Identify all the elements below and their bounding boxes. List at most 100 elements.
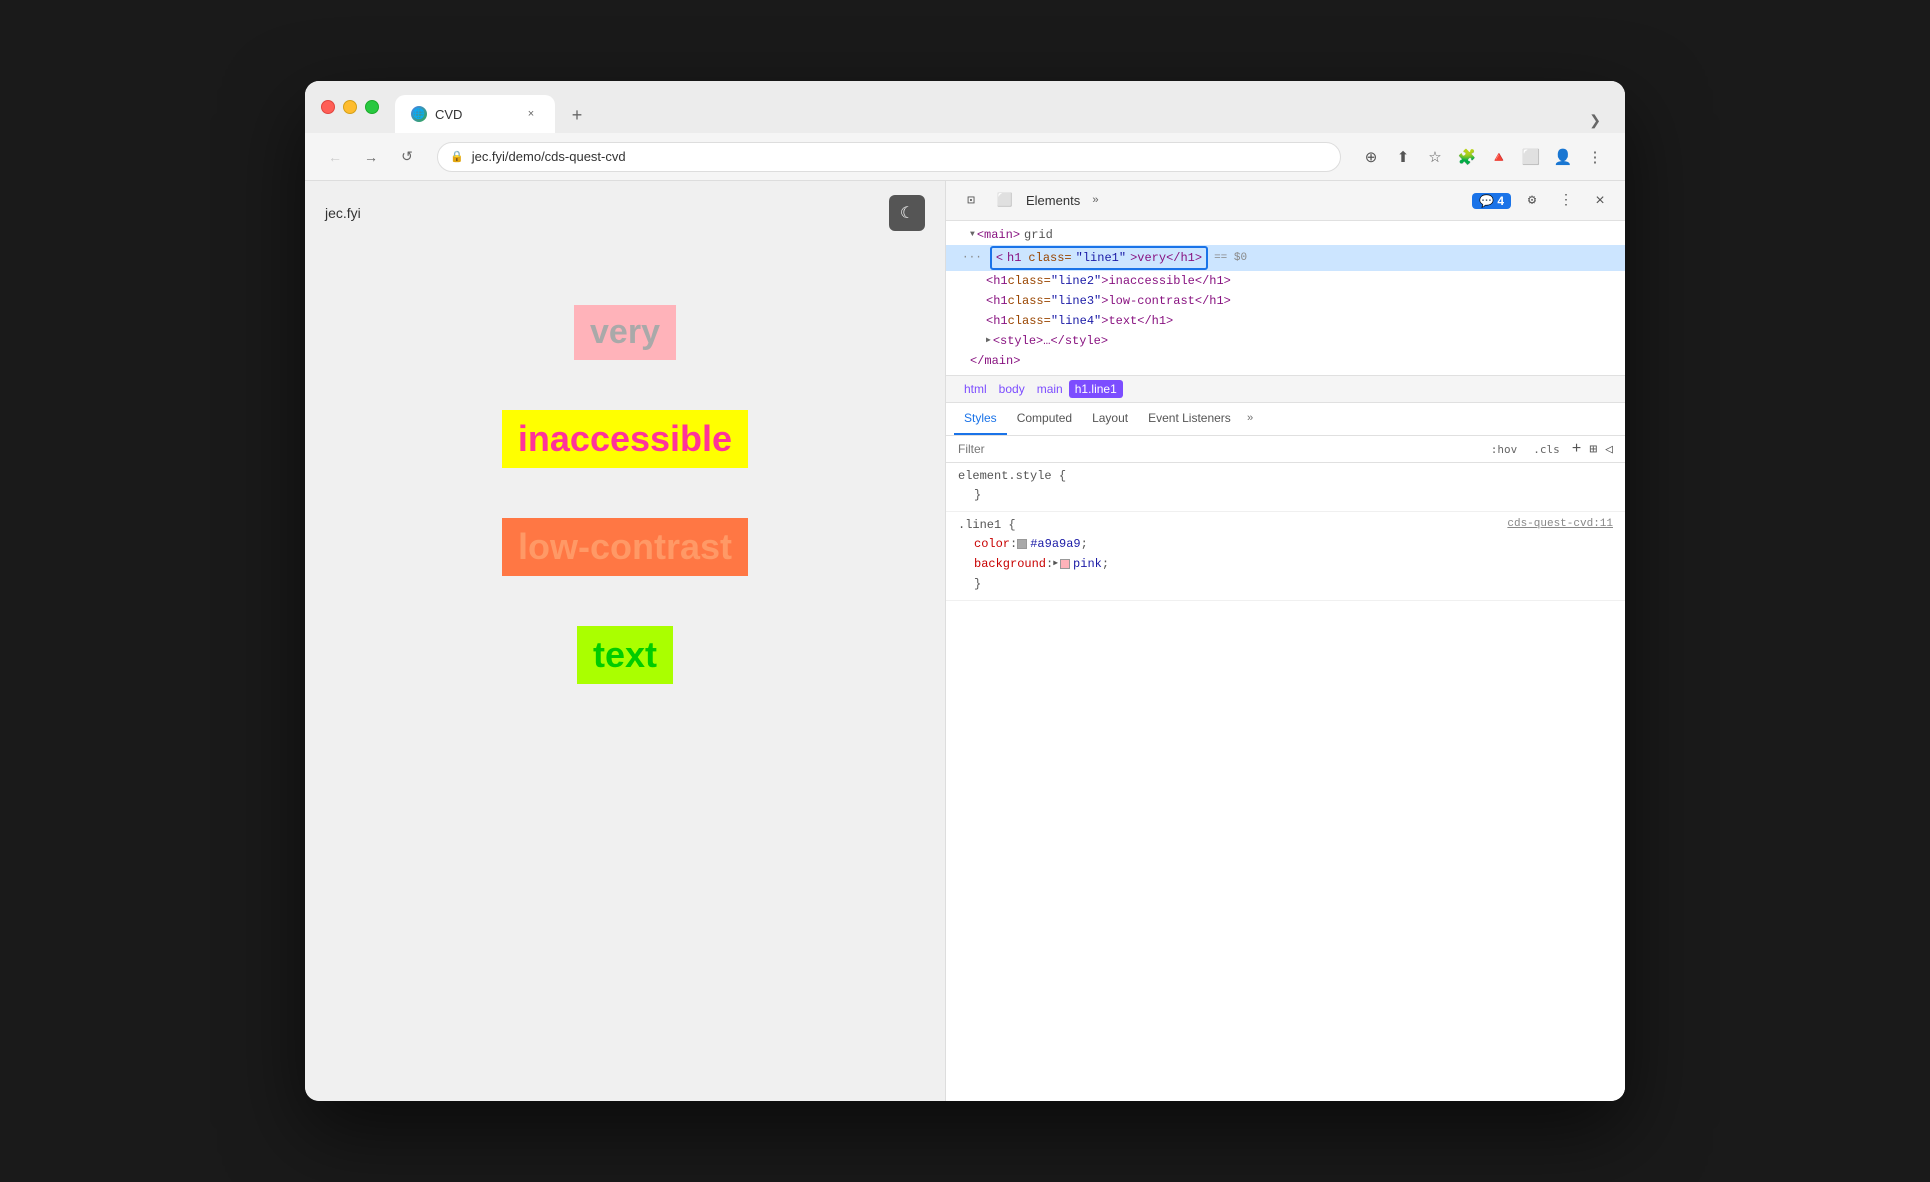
element-style-text: element.style {	[958, 469, 1066, 483]
address-bar[interactable]: 🔒 jec.fyi/demo/cds-quest-cvd	[437, 142, 1341, 172]
styles-tab-more[interactable]: »	[1241, 409, 1260, 429]
lock-icon: 🔒	[450, 150, 464, 163]
expand-triangle-icon[interactable]: ▶	[1053, 555, 1058, 573]
hov-filter-button[interactable]: :hov	[1487, 442, 1522, 457]
tab-event-listeners[interactable]: Event Listeners	[1138, 403, 1241, 435]
breadcrumb-body[interactable]: body	[993, 380, 1031, 398]
tree-row-main-close[interactable]: </main>	[946, 351, 1625, 371]
back-icon: ←	[328, 149, 342, 165]
tree-row-h1-line2[interactable]: <h1 class="line2">inaccessible</h1>	[946, 271, 1625, 291]
dark-mode-button[interactable]: ☾	[889, 195, 925, 231]
reload-button[interactable]: ↺	[393, 143, 421, 171]
tab-close-button[interactable]: ×	[523, 106, 539, 122]
tag-h1-name: h1	[1007, 249, 1021, 267]
line1-background-prop: background : ▶ pink ;	[958, 554, 1613, 574]
tree-row-main[interactable]: ▼ <main> grid	[946, 225, 1625, 245]
tab-computed[interactable]: Computed	[1007, 403, 1082, 435]
traffic-light-red[interactable]	[321, 100, 335, 114]
close-icon: ×	[1595, 192, 1605, 210]
val-line4: "line4"	[1051, 312, 1101, 330]
forward-icon: →	[364, 149, 378, 165]
traffic-light-yellow[interactable]	[343, 100, 357, 114]
tag-main-close: >	[1013, 226, 1020, 244]
grid-view-button[interactable]: ⊞	[1589, 442, 1597, 457]
css-property-color: color	[974, 535, 1010, 553]
content-area: jec.fyi ☾ very inaccessible low-contrast…	[305, 181, 1625, 1101]
browser-window: 🌐 CVD × + ❯ ← → ↺ 🔒 jec.fyi/demo/cds-que…	[305, 81, 1625, 1101]
tree-dots-h1: ···	[962, 249, 982, 267]
val-line3: "line3"	[1051, 292, 1101, 310]
device-toolbar-button[interactable]: ⬜	[992, 188, 1018, 214]
style-source-link[interactable]: cds-quest-cvd:11	[1507, 518, 1613, 530]
color-swatch-pink[interactable]	[1060, 559, 1070, 569]
new-tab-button[interactable]: +	[563, 101, 591, 129]
breadcrumb-main[interactable]: main	[1031, 380, 1069, 398]
tab-title: CVD	[435, 107, 462, 122]
line1-close-brace: }	[974, 575, 981, 593]
line1-style-block: .line1 { cds-quest-cvd:11 color : #a9a9a…	[946, 512, 1625, 601]
url-text: jec.fyi/demo/cds-quest-cvd	[472, 149, 626, 164]
back-button[interactable]: ←	[321, 143, 349, 171]
tag-h1-content: >very</h1>	[1130, 249, 1202, 267]
extensions-extra-button[interactable]: 🔺	[1485, 143, 1513, 171]
filter-input[interactable]	[958, 442, 1479, 456]
devtools-toolbar: ⊡ ⬜ Elements » 💬 4 ⚙ ⋮ ×	[946, 181, 1625, 221]
browser-tab-cvd[interactable]: 🌐 CVD ×	[395, 95, 555, 133]
selected-element-highlight: <h1 class="line1">very</h1>	[990, 246, 1208, 270]
grid-label: grid	[1024, 226, 1053, 244]
attr-line3: class=	[1008, 292, 1051, 310]
title-bar: 🌐 CVD × + ❯	[305, 81, 1625, 133]
console-badge: 💬 4	[1472, 193, 1511, 209]
sidebar-button[interactable]: ⬜	[1517, 143, 1545, 171]
search-button[interactable]: ⊕	[1357, 143, 1385, 171]
back-to-source-button[interactable]: ◁	[1605, 442, 1613, 457]
traffic-light-green[interactable]	[365, 100, 379, 114]
tree-row-h1-line4[interactable]: <h1 class="line4">text</h1>	[946, 311, 1625, 331]
styles-tabs: Styles Computed Layout Event Listeners »	[946, 403, 1625, 436]
semicolon-2: ;	[1102, 555, 1109, 573]
element-style-close: }	[958, 485, 1613, 505]
forward-button[interactable]: →	[357, 143, 385, 171]
traffic-lights	[321, 100, 379, 114]
add-style-button[interactable]: +	[1572, 440, 1582, 458]
bookmark-button[interactable]: ☆	[1421, 143, 1449, 171]
tree-row-style[interactable]: ▶ <style>…</style>	[946, 331, 1625, 351]
inspect-element-button[interactable]: ⊡	[958, 188, 984, 214]
word-text: text	[577, 626, 673, 684]
element-style-block: element.style { }	[946, 463, 1625, 512]
devtools-close-button[interactable]: ×	[1587, 188, 1613, 214]
reload-icon: ↺	[401, 148, 413, 165]
devtools-settings-button[interactable]: ⚙	[1519, 188, 1545, 214]
devtools-more-tabs[interactable]: »	[1088, 193, 1103, 209]
elements-tab-label[interactable]: Elements	[1026, 193, 1080, 208]
profile-button[interactable]: 👤	[1549, 143, 1577, 171]
filter-bar: :hov .cls + ⊞ ◁	[946, 436, 1625, 463]
attr-class-value: "line1"	[1076, 249, 1126, 267]
extensions-button[interactable]: 🧩	[1453, 143, 1481, 171]
cls-filter-button[interactable]: .cls	[1529, 442, 1564, 457]
devtools-panel: ⊡ ⬜ Elements » 💬 4 ⚙ ⋮ ×	[945, 181, 1625, 1101]
tree-row-h1-line3[interactable]: <h1 class="line3">low-contrast</h1>	[946, 291, 1625, 311]
tag-line2: <h1	[986, 272, 1008, 290]
page-header: jec.fyi ☾	[325, 181, 925, 245]
moon-icon: ☾	[900, 203, 914, 223]
chrome-more-button[interactable]: ⋮	[1581, 143, 1609, 171]
site-title: jec.fyi	[325, 205, 361, 221]
tag-line3: <h1	[986, 292, 1008, 310]
tab-layout[interactable]: Layout	[1082, 403, 1138, 435]
colon-1: :	[1010, 535, 1017, 553]
tag-line4: <h1	[986, 312, 1008, 330]
tag-style: <style>…</style>	[993, 332, 1108, 350]
elements-tree: ▼ <main> grid ··· <h1 class="line1">very…	[946, 221, 1625, 376]
devtools-more-button[interactable]: ⋮	[1553, 188, 1579, 214]
breadcrumb-html[interactable]: html	[958, 380, 993, 398]
tab-styles[interactable]: Styles	[954, 403, 1007, 435]
share-button[interactable]: ⬆	[1389, 143, 1417, 171]
tab-list-button[interactable]: ❯	[1581, 108, 1609, 133]
filter-actions: :hov .cls + ⊞ ◁	[1487, 440, 1613, 458]
breadcrumb-h1-line1[interactable]: h1.line1	[1069, 380, 1123, 398]
color-swatch-a9a9a9[interactable]	[1017, 539, 1027, 549]
colon-2: :	[1046, 555, 1053, 573]
content-line3: >low-contrast</h1>	[1101, 292, 1231, 310]
tree-row-h1-line1[interactable]: ··· <h1 class="line1">very</h1> == $0	[946, 245, 1625, 271]
